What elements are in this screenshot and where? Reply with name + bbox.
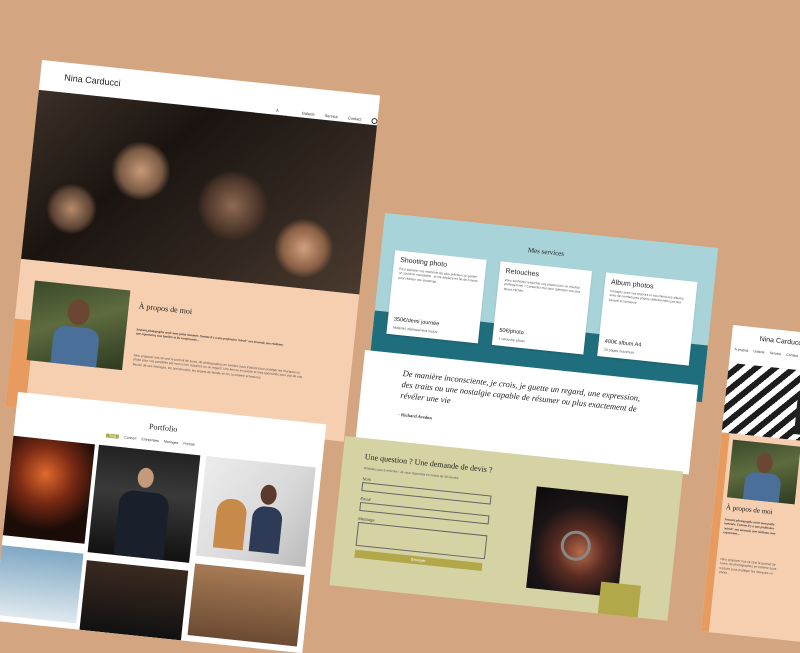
filter-wedding[interactable]: Mariages — [164, 440, 179, 445]
service-card-retouches[interactable]: Retouches Vous souhaitez retoucher vos p… — [491, 261, 593, 355]
about-quote: Souvent photographe avoir mon petite nom… — [135, 327, 284, 347]
hero-glow-shape — [270, 215, 337, 282]
quote-author: - Richard Avedon — [398, 411, 433, 421]
contact-accent-block — [597, 581, 641, 621]
gallery-photo-concert[interactable] — [0, 434, 95, 544]
services-title: Mes services — [527, 246, 565, 258]
service-price: 400€ album A4 — [604, 338, 642, 349]
email-field[interactable] — [359, 501, 490, 525]
mockup-mobile-page: Nina Carducci À propos Galerie Service C… — [700, 325, 800, 644]
mobile-nav-about[interactable]: À propos — [734, 347, 748, 352]
portrait-face — [66, 298, 92, 327]
mobile-nav-service[interactable]: Service — [769, 351, 781, 356]
email-label: Email — [360, 495, 371, 503]
portfolio-title: Portfolio — [148, 421, 178, 434]
mockup-portfolio-page: Portfolio Tous Concert Entreprises Maria… — [0, 392, 327, 653]
brand-name[interactable]: Nina Carducci — [64, 72, 121, 88]
filter-concert[interactable]: Concert — [124, 435, 137, 440]
gallery-photo-business[interactable] — [87, 444, 201, 563]
name-label: Nom — [362, 476, 372, 482]
filter-business[interactable]: Entreprises — [141, 437, 159, 443]
service-price: 50€/photo — [499, 327, 524, 337]
hero-glow-shape — [44, 181, 100, 237]
instagram-icon[interactable] — [371, 117, 378, 125]
service-card-album[interactable]: Album photos Partagez avec vos proches e… — [597, 272, 698, 366]
service-note: 1 retouche photo — [498, 336, 525, 344]
gallery-photo-bottom-2[interactable] — [79, 560, 189, 641]
mobile-hero-figure — [793, 390, 800, 436]
portrait-woman-1 — [212, 497, 248, 551]
mobile-nav: À propos Galerie Service Contact — [734, 347, 798, 358]
business-face — [136, 467, 155, 489]
mobile-portrait-photo — [726, 439, 800, 505]
portfolio-section: Portfolio Tous Concert Entreprises Maria… — [0, 392, 327, 653]
about-title: À propos de moi — [138, 301, 193, 317]
portrait-woman-2-body — [248, 505, 284, 555]
portrait-woman-2 — [259, 483, 278, 506]
mobile-about-title: À propos de moi — [725, 503, 773, 517]
hero-glow-shape — [107, 137, 174, 204]
gallery-photo-portrait[interactable] — [195, 456, 316, 567]
hero-glow-shape — [194, 167, 272, 245]
mobile-nav-contact[interactable]: Contact — [786, 353, 798, 358]
mobile-nav-gallery[interactable]: Galerie — [753, 349, 765, 354]
name-field[interactable] — [361, 482, 492, 505]
camera-photo — [526, 486, 629, 598]
service-card-shooting[interactable]: Shooting photo Pour capturer vos moments… — [386, 250, 487, 344]
quote-text: De manière inconsciente, je crois, je gu… — [399, 368, 641, 414]
mobile-about-quote: Souvent photographe avoir mon petite nom… — [723, 517, 776, 537]
camera-icon — [559, 529, 593, 563]
mobile-about-body: Nina proposer nos sé ceci le portrait de… — [718, 556, 777, 576]
service-note: Matériel, déplacement inclus — [392, 325, 438, 335]
gallery-photo-bottom-3[interactable] — [187, 563, 305, 647]
filter-portrait[interactable]: Portrait — [183, 442, 195, 447]
portrait-shirt — [50, 324, 101, 370]
business-suit — [113, 489, 171, 561]
mobile-hero-photo — [721, 362, 800, 445]
mobile-portrait-shirt — [742, 471, 782, 505]
mobile-portrait-face — [755, 452, 774, 474]
about-body: Nina proposer nos sé ceci le portrait de… — [132, 353, 303, 380]
portfolio-filters: Tous Concert Entreprises Mariages Portra… — [105, 433, 195, 447]
filter-all[interactable]: Tous — [105, 433, 120, 439]
mockup-home-page: Nina Carducci À propos Galerie Service C… — [5, 60, 381, 442]
mobile-about: À propos de moi Souvent photographe avoi… — [700, 432, 800, 644]
about-portrait-photo — [26, 280, 131, 371]
mobile-brand-name[interactable]: Nina Carducci — [759, 336, 800, 348]
service-note: 20 pages maximum — [603, 347, 635, 355]
gallery-photo-bottom-1[interactable] — [0, 544, 84, 624]
